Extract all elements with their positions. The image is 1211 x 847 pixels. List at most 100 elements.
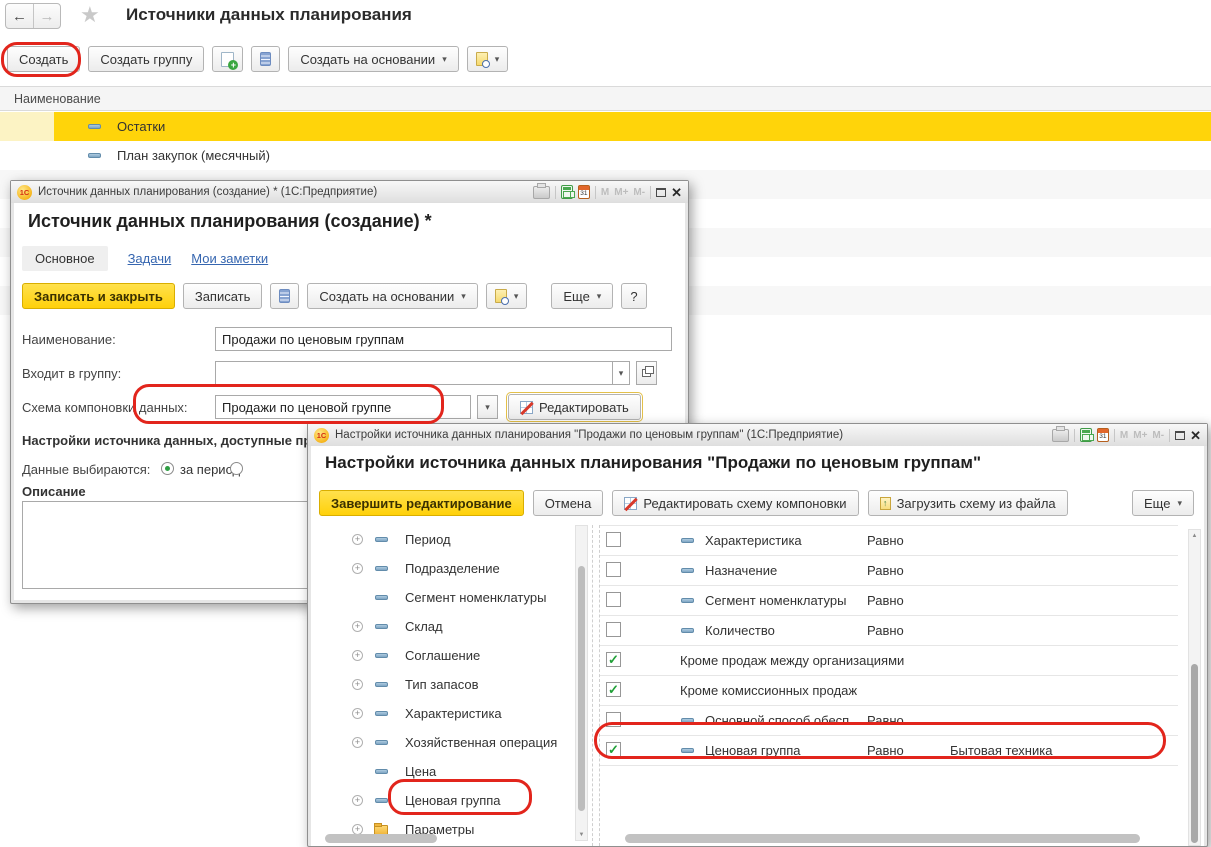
maximize-icon[interactable] [1175, 431, 1185, 440]
memory-m-minus-button[interactable]: M- [633, 187, 645, 198]
expand-icon[interactable]: + [352, 737, 363, 748]
expand-icon[interactable]: + [352, 650, 363, 661]
favorite-star-icon[interactable]: ★ [80, 2, 100, 28]
close-icon[interactable]: ✕ [671, 186, 682, 199]
tree-item[interactable]: +Хозяйственная операция [319, 728, 575, 757]
save-button[interactable]: Записать [183, 283, 263, 309]
checkbox[interactable] [606, 622, 621, 637]
scheme-dropdown-button[interactable]: ▾ [477, 395, 498, 419]
calendar-icon[interactable]: 31 [578, 185, 590, 199]
checkbox[interactable]: ✓ [606, 742, 621, 757]
load-scheme-from-file-button[interactable]: ↑ Загрузить схему из файла [868, 490, 1068, 516]
memory-m-plus-button[interactable]: M+ [614, 187, 628, 198]
printer-icon[interactable] [1052, 429, 1069, 442]
report-settings-dropdown-button[interactable]: ▾ [486, 283, 528, 309]
condition-row[interactable]: ХарактеристикаРавно [600, 526, 1178, 556]
open-item-button[interactable] [270, 283, 299, 309]
save-and-close-button[interactable]: Записать и закрыть [22, 283, 175, 309]
window-titlebar[interactable]: 1С Источник данных планирования (создани… [11, 181, 688, 203]
expand-icon[interactable]: + [352, 621, 363, 632]
memory-m-button[interactable]: M [601, 187, 609, 198]
back-button[interactable]: ← [6, 4, 33, 28]
tree-item[interactable]: Цена [319, 757, 575, 786]
memory-m-plus-button[interactable]: M+ [1133, 430, 1147, 441]
tree-vertical-scrollbar[interactable]: ▼ [575, 525, 588, 841]
maximize-icon[interactable] [656, 188, 666, 197]
scrollbar-thumb[interactable] [1191, 664, 1198, 843]
radio-for-period[interactable] [161, 462, 174, 475]
group-input[interactable] [215, 361, 612, 385]
expand-icon[interactable]: + [352, 679, 363, 690]
close-icon[interactable]: ✕ [1190, 429, 1201, 442]
tree-horizontal-scrollbar[interactable] [321, 834, 573, 843]
checkbox[interactable] [606, 592, 621, 607]
window-titlebar[interactable]: 1С Настройки источника данных планирован… [308, 424, 1207, 446]
expand-icon[interactable]: + [352, 563, 363, 574]
conditions-vertical-scrollbar[interactable]: ▲ [1188, 529, 1201, 846]
open-item-button[interactable] [251, 46, 280, 72]
table-header[interactable]: Наименование [0, 86, 1211, 111]
report-settings-dropdown-button[interactable]: ▾ [467, 46, 509, 72]
scrollbar-thumb[interactable] [325, 834, 437, 843]
scroll-down-icon[interactable]: ▼ [576, 832, 587, 838]
edit-composition-scheme-button[interactable]: Редактировать схему компоновки [612, 490, 858, 516]
pane-splitter[interactable] [592, 525, 600, 846]
finish-editing-button[interactable]: Завершить редактирование [319, 490, 524, 516]
tree-item[interactable]: +Соглашение [319, 641, 575, 670]
tree-item[interactable]: +Ценовая группа [319, 786, 575, 815]
table-row[interactable]: Остатки [0, 112, 1211, 141]
checkbox[interactable]: ✓ [606, 652, 621, 667]
condition-row[interactable]: НазначениеРавно [600, 556, 1178, 586]
radio-alternative[interactable] [230, 462, 243, 475]
tab-my-notes[interactable]: Мои заметки [191, 251, 268, 266]
expand-icon[interactable]: + [352, 708, 363, 719]
scheme-input[interactable] [215, 395, 471, 419]
create-group-button[interactable]: Создать группу [88, 46, 204, 72]
create-based-on-button[interactable]: Создать на основании ▾ [307, 283, 477, 309]
copy-item-button[interactable] [212, 46, 243, 72]
tree-item[interactable]: +Подразделение [319, 554, 575, 583]
condition-row[interactable]: ✓Ценовая группаРавноБытовая техника [600, 736, 1178, 766]
name-input[interactable] [215, 327, 672, 351]
tab-main[interactable]: Основное [22, 246, 108, 271]
condition-row[interactable]: КоличествоРавно [600, 616, 1178, 646]
tree-item[interactable]: Сегмент номенклатуры [319, 583, 575, 612]
expand-icon[interactable]: + [352, 534, 363, 545]
scroll-up-icon[interactable]: ▲ [1189, 533, 1200, 539]
tab-tasks[interactable]: Задачи [128, 251, 172, 266]
condition-row[interactable]: ✓Кроме продаж между организациями [600, 646, 1178, 676]
printer-icon[interactable] [533, 186, 550, 199]
condition-row[interactable]: Основной способ обесп...Равно [600, 706, 1178, 736]
expand-icon[interactable]: + [352, 795, 363, 806]
tree-item[interactable]: +Склад [319, 612, 575, 641]
tree-item[interactable]: +Период [319, 525, 575, 554]
condition-row[interactable]: Сегмент номенклатурыРавно [600, 586, 1178, 616]
create-button[interactable]: Создать [7, 46, 80, 72]
create-based-on-button[interactable]: Создать на основании ▾ [288, 46, 458, 72]
table-row[interactable]: План закупок (месячный) [0, 141, 1211, 170]
edit-scheme-button[interactable]: Редактировать [508, 394, 641, 420]
checkbox[interactable] [606, 562, 621, 577]
calculator-icon[interactable] [1080, 428, 1092, 442]
memory-m-minus-button[interactable]: M- [1152, 430, 1164, 441]
memory-m-button[interactable]: M [1120, 430, 1128, 441]
condition-row[interactable]: ✓Кроме комиссионных продаж [600, 676, 1178, 706]
scrollbar-thumb[interactable] [625, 834, 1140, 843]
checkbox[interactable]: ✓ [606, 682, 621, 697]
more-button[interactable]: Еще ▾ [1132, 490, 1194, 516]
cancel-button[interactable]: Отмена [533, 490, 604, 516]
calculator-icon[interactable] [561, 185, 573, 199]
chevron-down-icon[interactable]: ▾ [612, 361, 630, 385]
group-choose-button[interactable] [636, 361, 657, 385]
calendar-icon[interactable]: 31 [1097, 428, 1109, 442]
dash-icon [681, 748, 694, 753]
more-button[interactable]: Еще ▾ [551, 283, 613, 309]
tree-item[interactable]: +Тип запасов [319, 670, 575, 699]
help-button[interactable]: ? [621, 283, 646, 309]
forward-button[interactable]: → [33, 4, 60, 28]
checkbox[interactable] [606, 532, 621, 547]
scrollbar-thumb[interactable] [578, 566, 585, 811]
conditions-horizontal-scrollbar[interactable] [600, 834, 1178, 843]
tree-item[interactable]: +Характеристика [319, 699, 575, 728]
checkbox[interactable] [606, 712, 621, 727]
